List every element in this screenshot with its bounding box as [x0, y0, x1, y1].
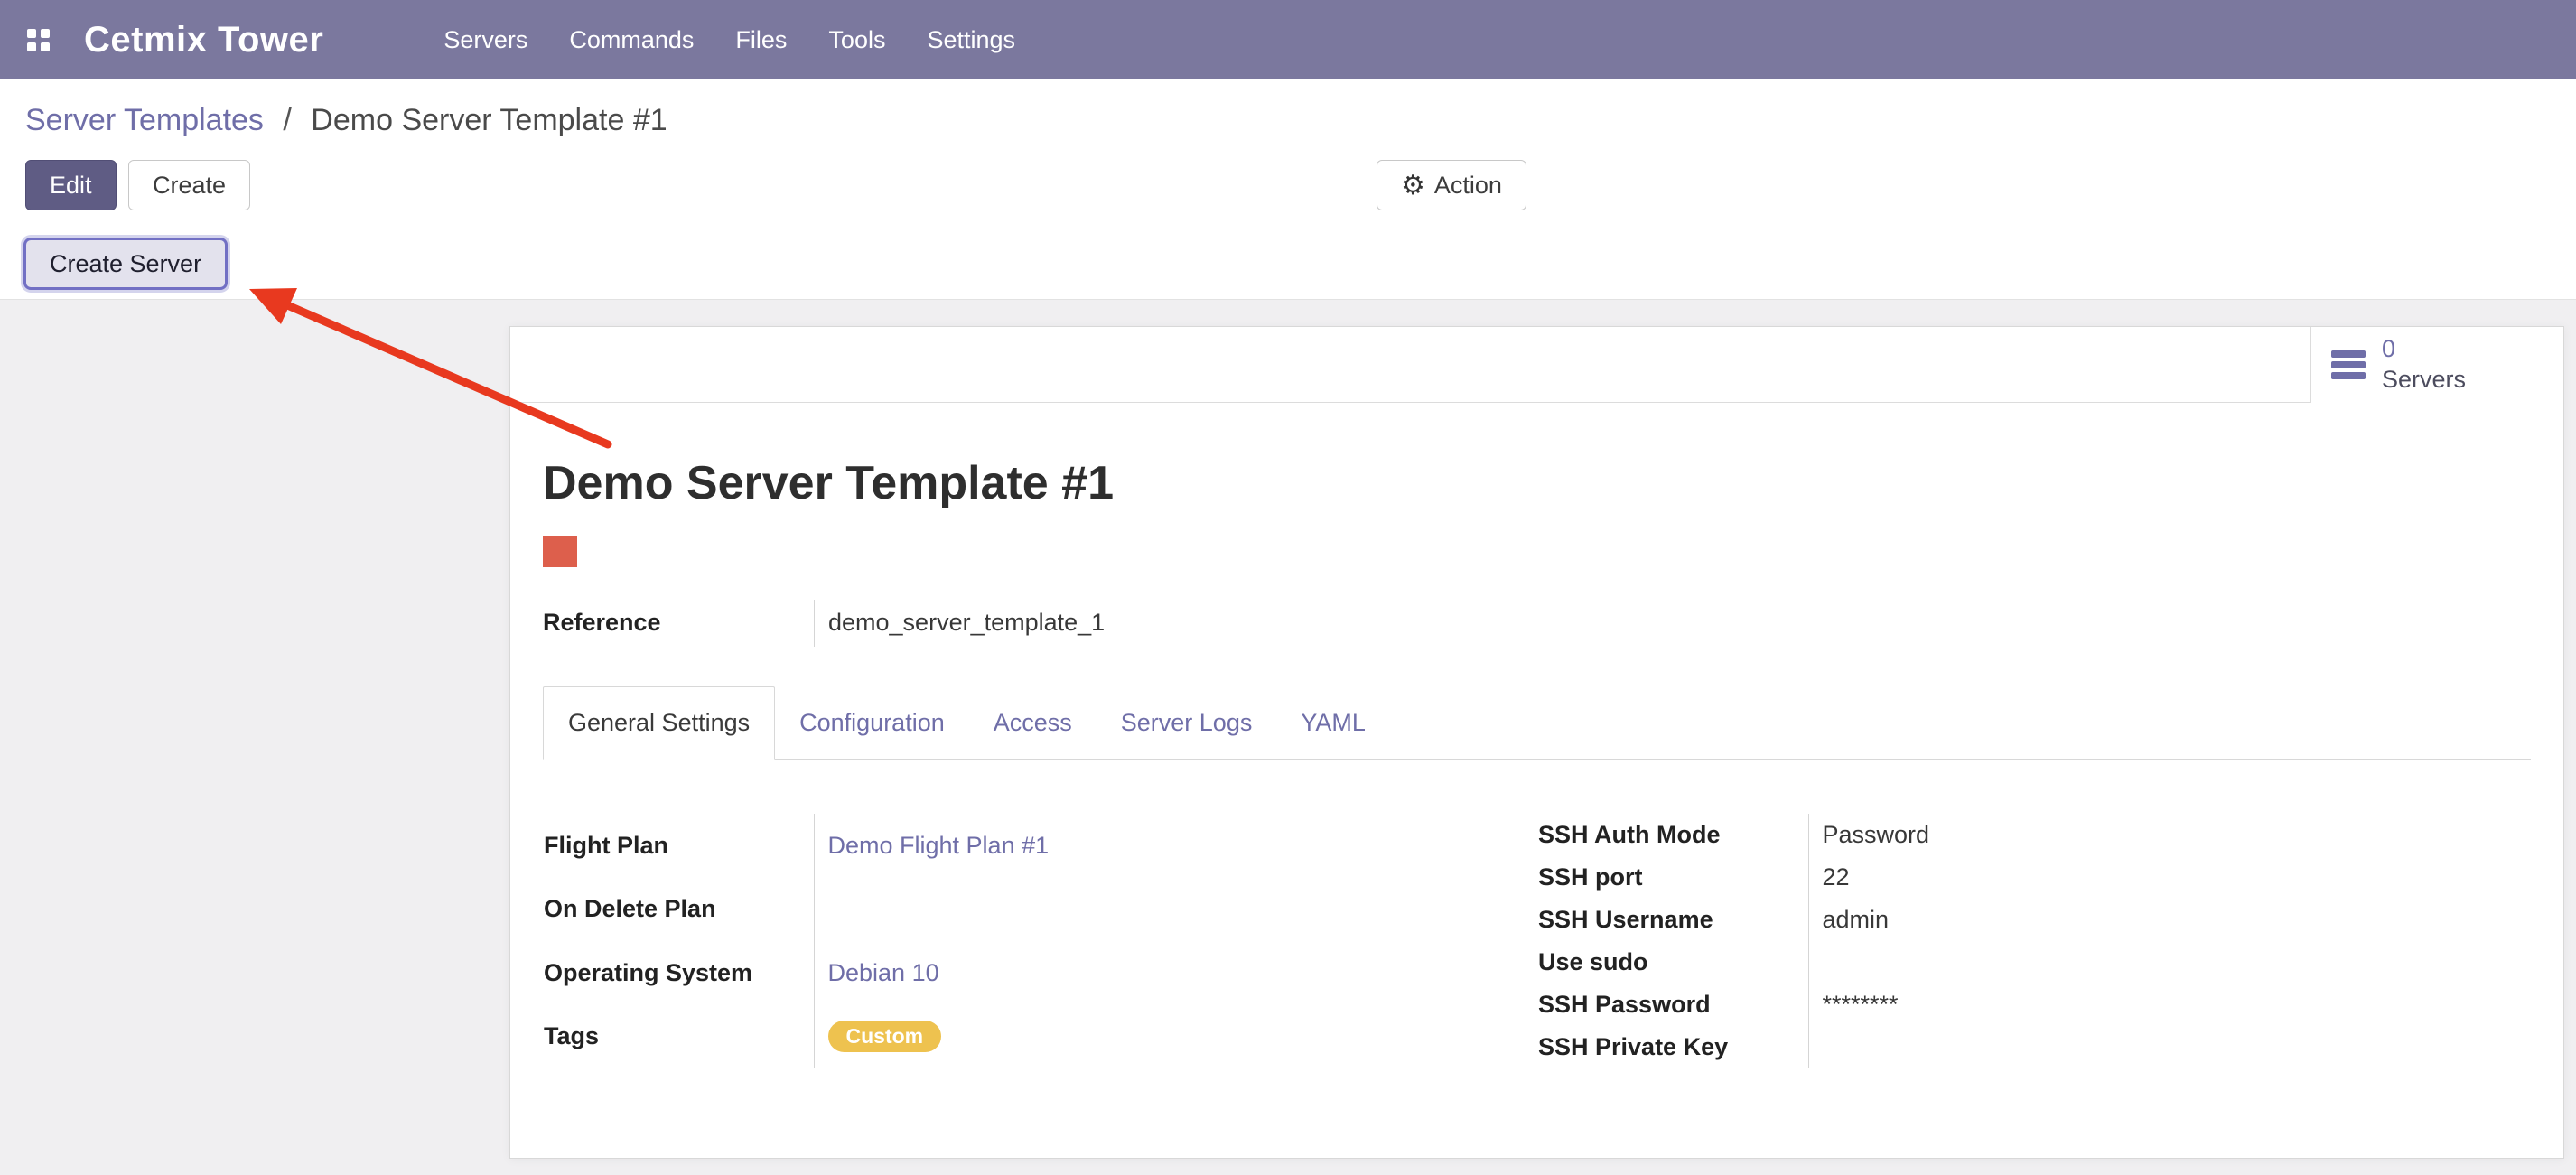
- tab-configuration[interactable]: Configuration: [775, 687, 969, 759]
- operating-system-link[interactable]: Debian 10: [828, 959, 939, 986]
- field-value: 22: [1808, 856, 2531, 899]
- field-label: SSH Private Key: [1537, 1026, 1808, 1068]
- action-button[interactable]: ⚙ Action: [1377, 160, 1526, 210]
- field-value: Password: [1808, 814, 2531, 856]
- breadcrumb-separator: /: [283, 103, 291, 137]
- nav-item-settings[interactable]: Settings: [906, 0, 1036, 79]
- field-row-ssh-private-key: SSH Private Key: [1537, 1026, 2531, 1068]
- nav-item-tools[interactable]: Tools: [807, 0, 906, 79]
- reference-value: demo_server_template_1: [814, 600, 1105, 647]
- notebook-tabs: General Settings Configuration Access Se…: [543, 686, 2531, 760]
- create-server-button[interactable]: Create Server: [23, 238, 228, 290]
- field-row-ssh-auth-mode: SSH Auth Mode Password: [1537, 814, 2531, 856]
- field-row-ssh-password: SSH Password ********: [1537, 984, 2531, 1026]
- field-row-flight-plan: Flight Plan Demo Flight Plan #1: [543, 814, 1482, 878]
- field-group-left: Flight Plan Demo Flight Plan #1 On Delet…: [543, 814, 1482, 1068]
- field-value: admin: [1808, 899, 2531, 941]
- field-label: SSH Auth Mode: [1537, 814, 1808, 856]
- nav-item-commands[interactable]: Commands: [548, 0, 714, 79]
- field-label: Operating System: [543, 941, 814, 1005]
- field-value: ********: [1808, 984, 2531, 1026]
- tab-general-settings[interactable]: General Settings: [543, 686, 775, 760]
- field-label: Tags: [543, 1004, 814, 1068]
- field-row-ssh-port: SSH port 22: [1537, 856, 2531, 899]
- sheet-body: Demo Server Template #1 Reference demo_s…: [510, 457, 2563, 1068]
- field-label: Use sudo: [1537, 941, 1808, 984]
- breadcrumb-parent-link[interactable]: Server Templates: [25, 103, 264, 137]
- field-label: On Delete Plan: [543, 877, 814, 941]
- edit-button[interactable]: Edit: [25, 160, 117, 210]
- reference-label: Reference: [543, 600, 814, 647]
- record-title: Demo Server Template #1: [543, 457, 2531, 511]
- form-header-bar: Create Server: [0, 212, 2576, 300]
- field-groups: Flight Plan Demo Flight Plan #1 On Delet…: [543, 814, 2531, 1068]
- field-value: [1808, 941, 2531, 984]
- field-label: SSH port: [1537, 856, 1808, 899]
- tab-server-logs[interactable]: Server Logs: [1097, 687, 1277, 759]
- apps-menu-icon[interactable]: [27, 29, 50, 51]
- create-button[interactable]: Create: [128, 160, 250, 210]
- servers-label: Servers: [2382, 365, 2466, 396]
- breadcrumb-current: Demo Server Template #1: [311, 103, 667, 137]
- field-label: SSH Username: [1537, 899, 1808, 941]
- servers-stat-button[interactable]: 0 Servers: [2310, 327, 2563, 403]
- form-sheet: 0 Servers Demo Server Template #1 Refere…: [509, 326, 2564, 1159]
- brand-title[interactable]: Cetmix Tower: [84, 20, 323, 61]
- flight-plan-link[interactable]: Demo Flight Plan #1: [828, 832, 1050, 859]
- breadcrumb: Server Templates / Demo Server Template …: [25, 103, 2551, 138]
- nav-item-servers[interactable]: Servers: [423, 0, 548, 79]
- tag-badge: Custom: [828, 1021, 942, 1052]
- color-swatch: [543, 536, 577, 567]
- control-panel: Server Templates / Demo Server Template …: [0, 79, 2576, 212]
- nav-item-files[interactable]: Files: [714, 0, 807, 79]
- stat-button-box: 0 Servers: [510, 327, 2563, 403]
- tab-yaml[interactable]: YAML: [1276, 687, 1390, 759]
- field-value: [814, 877, 1482, 941]
- reference-field-row: Reference demo_server_template_1: [543, 600, 2531, 647]
- field-label: SSH Password: [1537, 984, 1808, 1026]
- field-group-right: SSH Auth Mode Password SSH port 22 SSH U…: [1537, 814, 2531, 1068]
- content-area: 0 Servers Demo Server Template #1 Refere…: [0, 300, 2576, 1175]
- field-row-ssh-username: SSH Username admin: [1537, 899, 2531, 941]
- field-row-use-sudo: Use sudo: [1537, 941, 2531, 984]
- control-panel-buttons: Edit Create ⚙ Action: [25, 160, 2551, 212]
- field-row-operating-system: Operating System Debian 10: [543, 941, 1482, 1005]
- servers-icon: [2331, 350, 2366, 379]
- main-menu: Servers Commands Files Tools Settings: [423, 0, 1036, 79]
- servers-count: 0: [2382, 334, 2466, 365]
- field-row-tags: Tags Custom: [543, 1004, 1482, 1068]
- field-row-on-delete-plan: On Delete Plan: [543, 877, 1482, 941]
- action-button-label: Action: [1434, 172, 1502, 200]
- top-navbar: Cetmix Tower Servers Commands Files Tool…: [0, 0, 2576, 79]
- tab-access[interactable]: Access: [969, 687, 1097, 759]
- gear-icon: ⚙: [1401, 170, 1425, 201]
- field-label: Flight Plan: [543, 814, 814, 878]
- field-value: [1808, 1026, 2531, 1068]
